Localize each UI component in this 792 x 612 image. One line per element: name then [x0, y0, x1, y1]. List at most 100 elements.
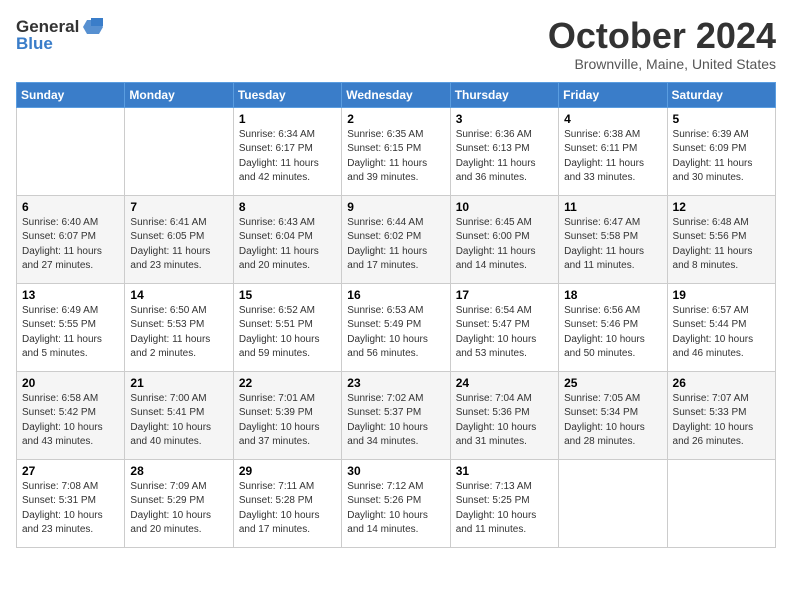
calendar-cell: 14 Sunrise: 6:50 AM Sunset: 5:53 PM Dayli… — [125, 283, 233, 371]
day-detail: Sunrise: 6:57 AM Sunset: 5:44 PM Dayligh… — [673, 304, 770, 362]
calendar-cell — [125, 107, 233, 195]
day-number: 16 — [347, 288, 444, 302]
day-number: 31 — [456, 464, 553, 478]
day-detail: Sunrise: 7:00 AM Sunset: 5:41 PM Dayligh… — [130, 392, 227, 450]
weekday-header-friday: Friday — [559, 82, 667, 107]
day-number: 23 — [347, 376, 444, 390]
day-detail: Sunrise: 6:43 AM Sunset: 6:04 PM Dayligh… — [239, 216, 336, 274]
weekday-header-monday: Monday — [125, 82, 233, 107]
day-detail: Sunrise: 7:04 AM Sunset: 5:36 PM Dayligh… — [456, 392, 553, 450]
calendar-title: October 2024 — [548, 16, 776, 56]
calendar-cell — [559, 459, 667, 547]
calendar-cell — [17, 107, 125, 195]
day-number: 2 — [347, 112, 444, 126]
calendar-cell: 3Sunrise: 6:36 AM Sunset: 6:13 PM Daylig… — [450, 107, 558, 195]
calendar-cell — [667, 459, 775, 547]
calendar-cell: 24 Sunrise: 7:04 AM Sunset: 5:36 PM Dayli… — [450, 371, 558, 459]
day-detail: Sunrise: 6:44 AM Sunset: 6:02 PM Dayligh… — [347, 216, 444, 274]
calendar-cell: 31 Sunrise: 7:13 AM Sunset: 5:25 PM Dayli… — [450, 459, 558, 547]
day-number: 24 — [456, 376, 553, 390]
day-detail: Sunrise: 6:34 AM Sunset: 6:17 PM Dayligh… — [239, 128, 336, 186]
day-detail: Sunrise: 7:02 AM Sunset: 5:37 PM Dayligh… — [347, 392, 444, 450]
day-detail: Sunrise: 6:38 AM Sunset: 6:11 PM Dayligh… — [564, 128, 661, 186]
calendar-week-row: 27Sunrise: 7:08 AM Sunset: 5:31 PM Dayli… — [17, 459, 776, 547]
day-detail: Sunrise: 6:58 AM Sunset: 5:42 PM Dayligh… — [22, 392, 119, 450]
day-number: 30 — [347, 464, 444, 478]
day-number: 18 — [564, 288, 661, 302]
day-number: 5 — [673, 112, 770, 126]
weekday-header-saturday: Saturday — [667, 82, 775, 107]
day-number: 26 — [673, 376, 770, 390]
weekday-header-row: SundayMondayTuesdayWednesdayThursdayFrid… — [17, 82, 776, 107]
day-number: 14 — [130, 288, 227, 302]
logo-blue-text: Blue — [16, 34, 53, 54]
calendar-cell: 27Sunrise: 7:08 AM Sunset: 5:31 PM Dayli… — [17, 459, 125, 547]
day-number: 7 — [130, 200, 227, 214]
day-number: 15 — [239, 288, 336, 302]
day-number: 1 — [239, 112, 336, 126]
calendar-table: SundayMondayTuesdayWednesdayThursdayFrid… — [16, 82, 776, 548]
weekday-header-sunday: Sunday — [17, 82, 125, 107]
weekday-header-wednesday: Wednesday — [342, 82, 450, 107]
day-number: 19 — [673, 288, 770, 302]
day-detail: Sunrise: 6:35 AM Sunset: 6:15 PM Dayligh… — [347, 128, 444, 186]
calendar-cell: 8 Sunrise: 6:43 AM Sunset: 6:04 PM Daylig… — [233, 195, 341, 283]
day-detail: Sunrise: 6:40 AM Sunset: 6:07 PM Dayligh… — [22, 216, 119, 274]
day-number: 20 — [22, 376, 119, 390]
day-detail: Sunrise: 6:47 AM Sunset: 5:58 PM Dayligh… — [564, 216, 661, 274]
day-detail: Sunrise: 7:13 AM Sunset: 5:25 PM Dayligh… — [456, 480, 553, 538]
calendar-cell: 15 Sunrise: 6:52 AM Sunset: 5:51 PM Dayli… — [233, 283, 341, 371]
calendar-cell: 18 Sunrise: 6:56 AM Sunset: 5:46 PM Dayli… — [559, 283, 667, 371]
calendar-cell: 5 Sunrise: 6:39 AM Sunset: 6:09 PM Daylig… — [667, 107, 775, 195]
day-number: 6 — [22, 200, 119, 214]
day-detail: Sunrise: 7:12 AM Sunset: 5:26 PM Dayligh… — [347, 480, 444, 538]
day-detail: Sunrise: 6:41 AM Sunset: 6:05 PM Dayligh… — [130, 216, 227, 274]
calendar-cell: 11 Sunrise: 6:47 AM Sunset: 5:58 PM Dayli… — [559, 195, 667, 283]
day-detail: Sunrise: 7:07 AM Sunset: 5:33 PM Dayligh… — [673, 392, 770, 450]
calendar-cell: 1 Sunrise: 6:34 AM Sunset: 6:17 PM Daylig… — [233, 107, 341, 195]
day-detail: Sunrise: 6:49 AM Sunset: 5:55 PM Dayligh… — [22, 304, 119, 362]
day-detail: Sunrise: 6:56 AM Sunset: 5:46 PM Dayligh… — [564, 304, 661, 362]
calendar-cell: 22Sunrise: 7:01 AM Sunset: 5:39 PM Dayli… — [233, 371, 341, 459]
calendar-cell: 17 Sunrise: 6:54 AM Sunset: 5:47 PM Dayli… — [450, 283, 558, 371]
day-detail: Sunrise: 6:52 AM Sunset: 5:51 PM Dayligh… — [239, 304, 336, 362]
day-detail: Sunrise: 6:36 AM Sunset: 6:13 PM Dayligh… — [456, 128, 553, 186]
day-number: 29 — [239, 464, 336, 478]
calendar-cell: 7 Sunrise: 6:41 AM Sunset: 6:05 PM Daylig… — [125, 195, 233, 283]
title-section: October 2024 Brownville, Maine, United S… — [548, 16, 776, 72]
logo-icon — [81, 16, 103, 38]
page-header: General Blue October 2024 Brownville, Ma… — [16, 16, 776, 72]
day-number: 27 — [22, 464, 119, 478]
calendar-cell: 19 Sunrise: 6:57 AM Sunset: 5:44 PM Dayli… — [667, 283, 775, 371]
day-number: 4 — [564, 112, 661, 126]
weekday-header-tuesday: Tuesday — [233, 82, 341, 107]
day-detail: Sunrise: 6:39 AM Sunset: 6:09 PM Dayligh… — [673, 128, 770, 186]
calendar-cell: 23 Sunrise: 7:02 AM Sunset: 5:37 PM Dayli… — [342, 371, 450, 459]
calendar-cell: 9Sunrise: 6:44 AM Sunset: 6:02 PM Daylig… — [342, 195, 450, 283]
calendar-cell: 4 Sunrise: 6:38 AM Sunset: 6:11 PM Daylig… — [559, 107, 667, 195]
day-number: 11 — [564, 200, 661, 214]
day-detail: Sunrise: 7:01 AM Sunset: 5:39 PM Dayligh… — [239, 392, 336, 450]
logo: General Blue — [16, 16, 103, 54]
calendar-week-row: 20 Sunrise: 6:58 AM Sunset: 5:42 PM Dayli… — [17, 371, 776, 459]
day-number: 8 — [239, 200, 336, 214]
day-number: 28 — [130, 464, 227, 478]
calendar-cell: 26 Sunrise: 7:07 AM Sunset: 5:33 PM Dayli… — [667, 371, 775, 459]
calendar-cell: 25Sunrise: 7:05 AM Sunset: 5:34 PM Dayli… — [559, 371, 667, 459]
calendar-cell: 6 Sunrise: 6:40 AM Sunset: 6:07 PM Daylig… — [17, 195, 125, 283]
day-detail: Sunrise: 6:54 AM Sunset: 5:47 PM Dayligh… — [456, 304, 553, 362]
calendar-cell: 29 Sunrise: 7:11 AM Sunset: 5:28 PM Dayli… — [233, 459, 341, 547]
calendar-week-row: 6 Sunrise: 6:40 AM Sunset: 6:07 PM Daylig… — [17, 195, 776, 283]
day-detail: Sunrise: 6:50 AM Sunset: 5:53 PM Dayligh… — [130, 304, 227, 362]
calendar-cell: 16Sunrise: 6:53 AM Sunset: 5:49 PM Dayli… — [342, 283, 450, 371]
day-number: 12 — [673, 200, 770, 214]
day-detail: Sunrise: 7:09 AM Sunset: 5:29 PM Dayligh… — [130, 480, 227, 538]
calendar-cell: 10Sunrise: 6:45 AM Sunset: 6:00 PM Dayli… — [450, 195, 558, 283]
calendar-cell: 12 Sunrise: 6:48 AM Sunset: 5:56 PM Dayli… — [667, 195, 775, 283]
calendar-cell: 21 Sunrise: 7:00 AM Sunset: 5:41 PM Dayli… — [125, 371, 233, 459]
day-detail: Sunrise: 7:11 AM Sunset: 5:28 PM Dayligh… — [239, 480, 336, 538]
day-number: 17 — [456, 288, 553, 302]
day-number: 21 — [130, 376, 227, 390]
day-detail: Sunrise: 6:48 AM Sunset: 5:56 PM Dayligh… — [673, 216, 770, 274]
day-number: 10 — [456, 200, 553, 214]
